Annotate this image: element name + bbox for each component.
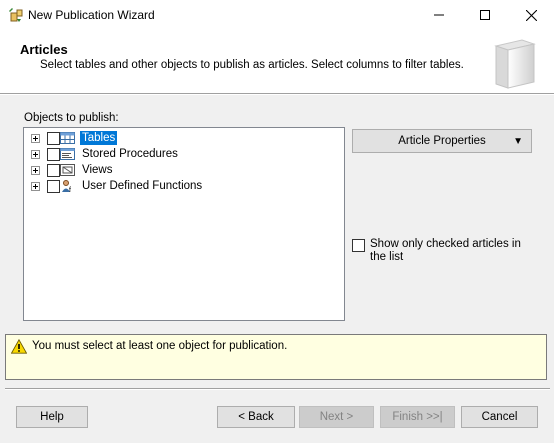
- maximize-button[interactable]: [462, 0, 508, 30]
- table-icon: [60, 132, 75, 144]
- show-only-checked-checkbox[interactable]: [352, 239, 365, 252]
- back-button[interactable]: < Back: [217, 406, 295, 428]
- close-icon: [525, 9, 537, 21]
- header-divider-highlight: [0, 94, 554, 95]
- stored-procedures-checkbox[interactable]: [47, 148, 60, 161]
- tree-item-label: Views: [82, 164, 113, 176]
- finish-button-label: Finish >>|: [392, 411, 443, 423]
- function-icon: f: [62, 180, 71, 193]
- back-button-label: < Back: [238, 411, 274, 423]
- warning-icon: [11, 339, 27, 354]
- svg-text:f: f: [69, 187, 71, 193]
- warning-panel: You must select at least one object for …: [5, 334, 547, 380]
- minimize-button[interactable]: [416, 0, 462, 30]
- book-graphic-icon: [494, 39, 536, 89]
- tables-checkbox[interactable]: [47, 132, 60, 145]
- window-title: New Publication Wizard: [28, 8, 155, 22]
- minimize-icon: [434, 14, 444, 16]
- page-subtitle: Select tables and other objects to publi…: [40, 59, 464, 71]
- tree-item-label: Tables: [80, 131, 118, 145]
- tree-item-views[interactable]: Views: [24, 162, 324, 178]
- tree-item-label: Stored Procedures: [82, 148, 178, 160]
- expand-icon[interactable]: [31, 182, 40, 191]
- article-properties-label: Article Properties: [398, 135, 486, 147]
- help-button[interactable]: Help: [16, 406, 88, 428]
- warning-message: You must select at least one object for …: [32, 340, 288, 352]
- views-checkbox[interactable]: [47, 164, 60, 177]
- tree-item-label: User Defined Functions: [82, 180, 203, 192]
- objects-to-publish-label: Objects to publish:: [24, 112, 119, 124]
- view-icon: [60, 164, 75, 176]
- wizard-app-icon: [9, 8, 23, 22]
- dropdown-arrow-icon: ▼: [513, 136, 523, 147]
- maximize-icon: [480, 10, 490, 20]
- next-button-label: Next >: [319, 411, 354, 423]
- footer-divider-highlight: [5, 389, 550, 390]
- objects-tree[interactable]: Tables Stored Procedures Views f User De…: [23, 127, 345, 321]
- expand-icon[interactable]: [31, 150, 40, 159]
- cancel-button-label: Cancel: [481, 411, 518, 423]
- wizard-header: Articles Select tables and other objects…: [0, 30, 554, 93]
- user-defined-functions-checkbox[interactable]: [47, 180, 60, 193]
- finish-button[interactable]: Finish >>|: [380, 406, 455, 428]
- cancel-button[interactable]: Cancel: [461, 406, 538, 428]
- close-button[interactable]: [508, 0, 554, 30]
- help-button-label: Help: [40, 411, 64, 423]
- article-properties-button[interactable]: Article Properties ▼: [352, 129, 532, 153]
- tree-item-stored-procedures[interactable]: Stored Procedures: [24, 146, 324, 162]
- tree-item-tables[interactable]: Tables: [24, 130, 324, 146]
- page-title: Articles: [20, 42, 68, 57]
- tree-item-user-defined-functions[interactable]: f User Defined Functions: [24, 178, 324, 194]
- title-bar: New Publication Wizard: [0, 0, 554, 30]
- expand-icon[interactable]: [31, 166, 40, 175]
- stored-procedure-icon: [60, 148, 75, 160]
- expand-icon[interactable]: [31, 134, 40, 143]
- next-button[interactable]: Next >: [299, 406, 374, 428]
- show-only-checked-label[interactable]: Show only checked articles in the list: [370, 238, 530, 264]
